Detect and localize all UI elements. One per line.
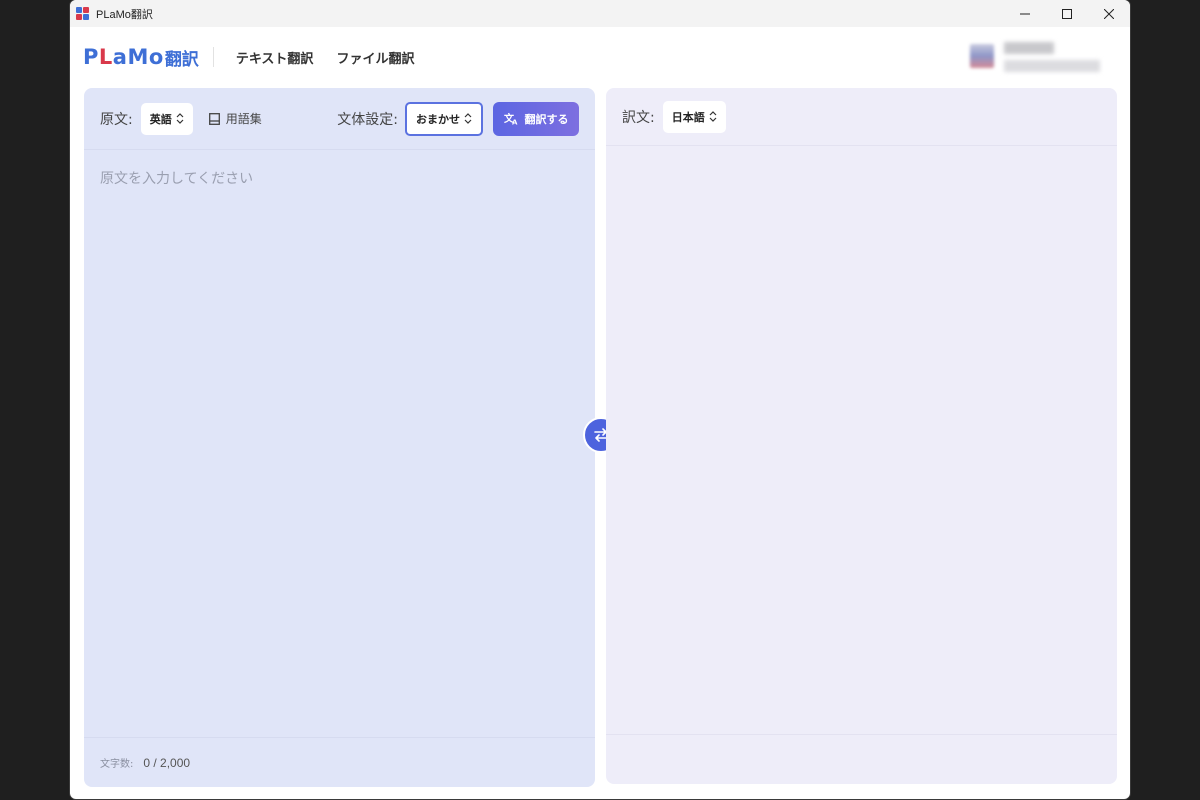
chevron-updown-icon [709,111,717,122]
source-label: 原文: [100,111,133,128]
char-count-label: 文字数: [100,759,134,770]
user-email-blurred [1004,60,1100,72]
style-select[interactable]: おまかせ [405,101,483,136]
nav-text-translation[interactable]: テキスト翻訳 [236,48,314,67]
plamo-logo: PLaMo 翻訳 [83,42,199,72]
window-title: PLaMo翻訳 [96,8,153,21]
source-footer: 文字数: 0 / 2,000 [84,737,595,787]
app-icon [76,7,89,20]
app-header: PLaMo 翻訳 テキスト翻訳 ファイル翻訳 [70,27,1130,87]
window-controls [1004,0,1130,27]
app-window: PLaMo翻訳 PLaMo 翻訳 テキスト翻訳 ファイル翻訳 原文: 英語 用語… [70,0,1130,799]
target-toolbar: 訳文: 日本語 [606,88,1117,146]
minimize-icon [1020,13,1030,14]
target-output-area[interactable] [606,146,1117,734]
logo-jp: 翻訳 [164,49,199,70]
target-label: 訳文: [622,109,655,126]
avatar [970,44,994,68]
title-bar: PLaMo翻訳 [70,0,1130,27]
glossary-label: 用語集 [225,112,262,126]
target-language-value: 日本語 [671,110,705,124]
minimize-button[interactable] [1004,0,1046,27]
translate-label: 翻訳する [524,113,569,126]
logo-latin: PLaMo [83,44,164,69]
close-button[interactable] [1088,0,1130,27]
source-language-value: 英語 [149,112,172,126]
user-account[interactable] [970,38,1120,78]
chevron-updown-icon [464,113,472,124]
translate-button[interactable]: 文A 翻訳する [493,101,579,136]
header-divider [212,47,214,67]
target-panel: 訳文: 日本語 [606,88,1117,784]
style-value: おまかせ [416,112,460,126]
nav-file-translation[interactable]: ファイル翻訳 [336,48,414,67]
translate-icon: 文A [504,112,518,126]
user-name-blurred [1004,42,1054,54]
target-language-select[interactable]: 日本語 [662,100,726,133]
source-language-select[interactable]: 英語 [140,102,193,135]
char-count-value: 0 / 2,000 [143,755,191,770]
close-icon [1104,8,1114,19]
maximize-button[interactable] [1046,0,1088,27]
source-panel: 原文: 英語 用語集 文体設定: おまかせ 文A 翻訳する 文字数: 0 / 2… [84,88,595,787]
source-toolbar: 原文: 英語 用語集 文体設定: おまかせ 文A 翻訳する [84,88,595,150]
maximize-icon [1062,8,1072,19]
chevron-updown-icon [176,113,184,124]
source-text-input[interactable] [84,150,595,738]
svg-text:A: A [512,119,518,126]
glossary-button[interactable]: 用語集 [208,110,262,127]
target-footer [606,734,1117,784]
style-label: 文体設定: [337,111,398,128]
book-icon [208,112,220,125]
